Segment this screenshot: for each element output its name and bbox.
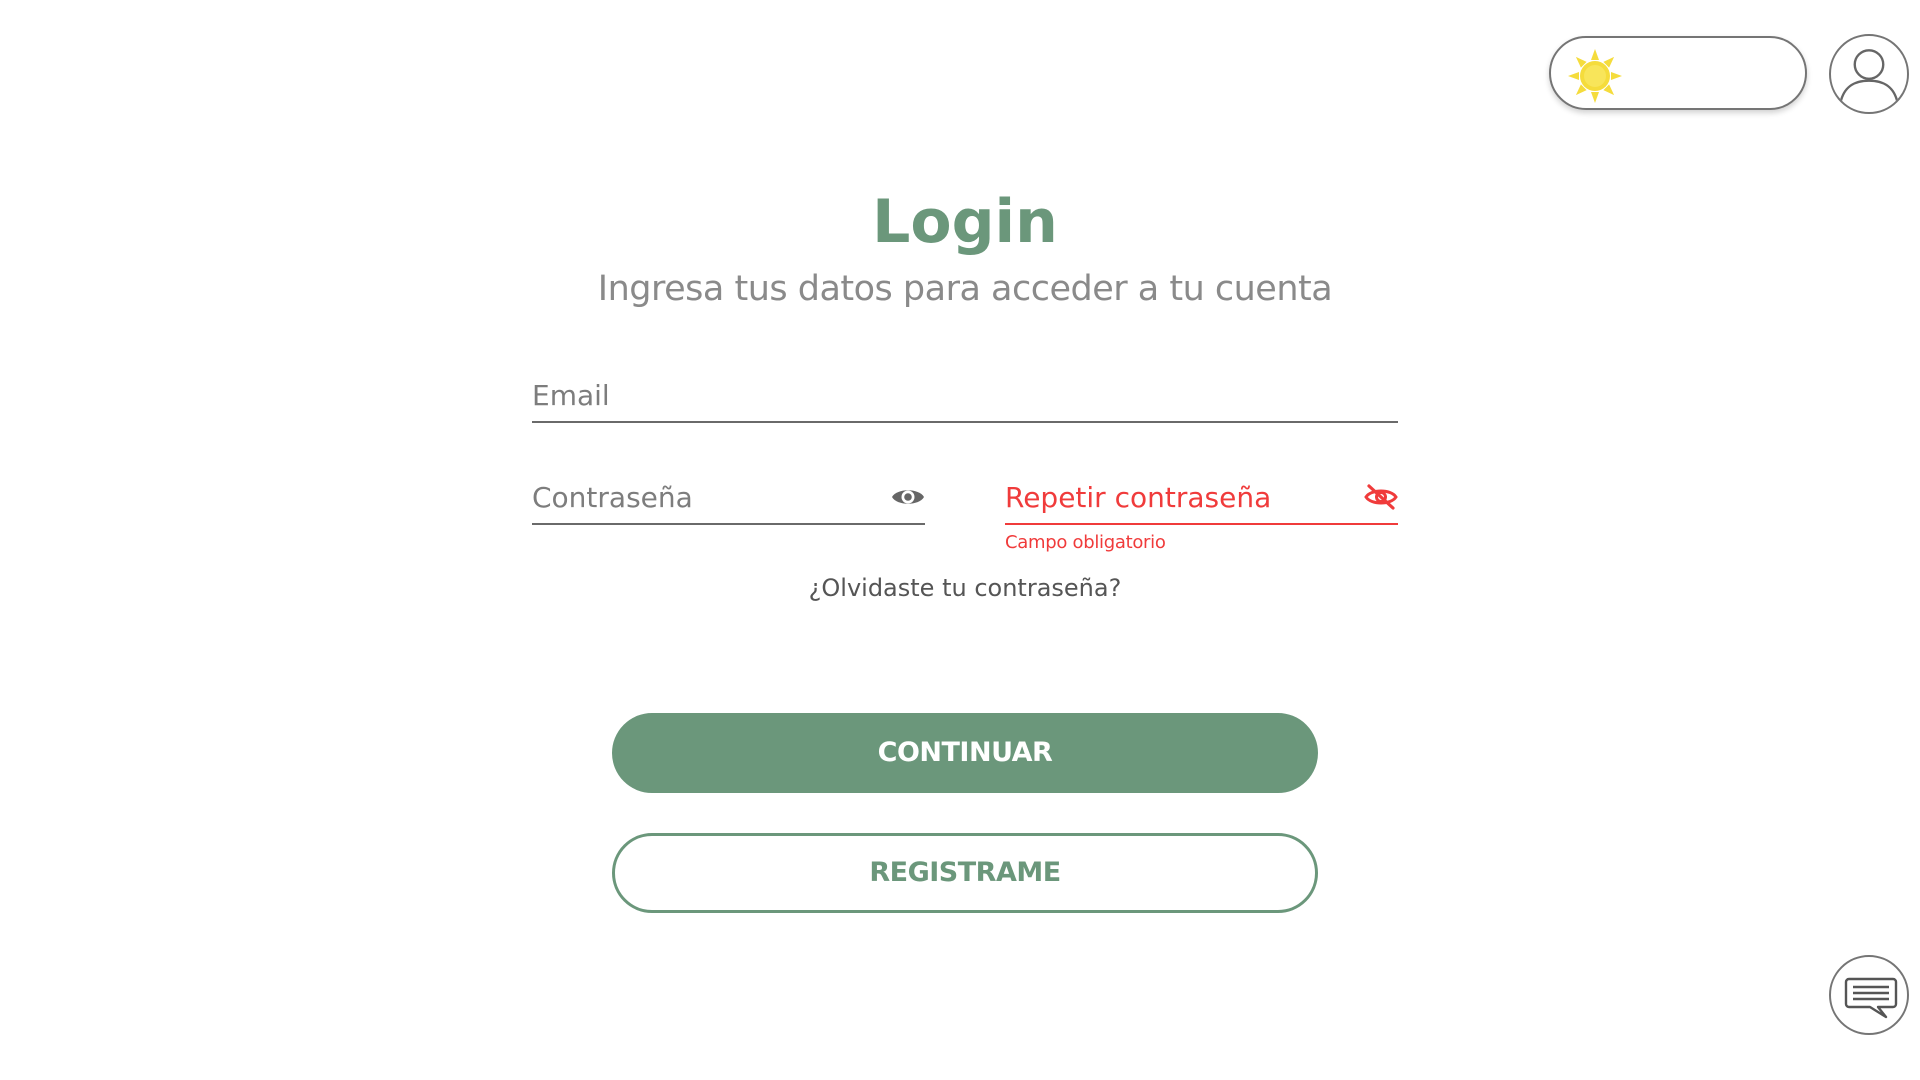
eye-off-icon — [1364, 484, 1398, 510]
show-password-toggle[interactable] — [891, 484, 925, 510]
repeat-password-field-wrapper — [1005, 472, 1398, 525]
email-field[interactable] — [532, 370, 1398, 421]
page-title: Login — [872, 187, 1058, 257]
forgot-password-link[interactable]: ¿Olvidaste tu contraseña? — [809, 574, 1122, 602]
chat-button[interactable] — [1829, 955, 1909, 1035]
repeat-password-field[interactable] — [1005, 472, 1398, 523]
register-button[interactable]: REGISTRAME — [612, 833, 1318, 913]
page-subtitle: Ingresa tus datos para acceder a tu cuen… — [597, 269, 1333, 309]
login-page: Login Ingresa tus datos para acceder a t… — [0, 0, 1920, 1080]
password-field-wrapper — [532, 472, 925, 525]
theme-toggle[interactable] — [1549, 36, 1807, 110]
show-repeat-password-toggle[interactable] — [1364, 484, 1398, 510]
chat-icon — [1844, 977, 1898, 1019]
continue-button[interactable]: CONTINUAR — [612, 713, 1318, 793]
account-button[interactable] — [1829, 34, 1909, 114]
password-field[interactable] — [532, 472, 925, 523]
repeat-password-error: Campo obligatorio — [1005, 532, 1166, 553]
eye-icon — [892, 490, 924, 504]
email-field-wrapper — [532, 370, 1398, 423]
forgot-password-row: ¿Olvidaste tu contraseña? — [0, 574, 1920, 602]
user-icon — [1839, 49, 1899, 103]
sun-icon — [1568, 49, 1622, 103]
